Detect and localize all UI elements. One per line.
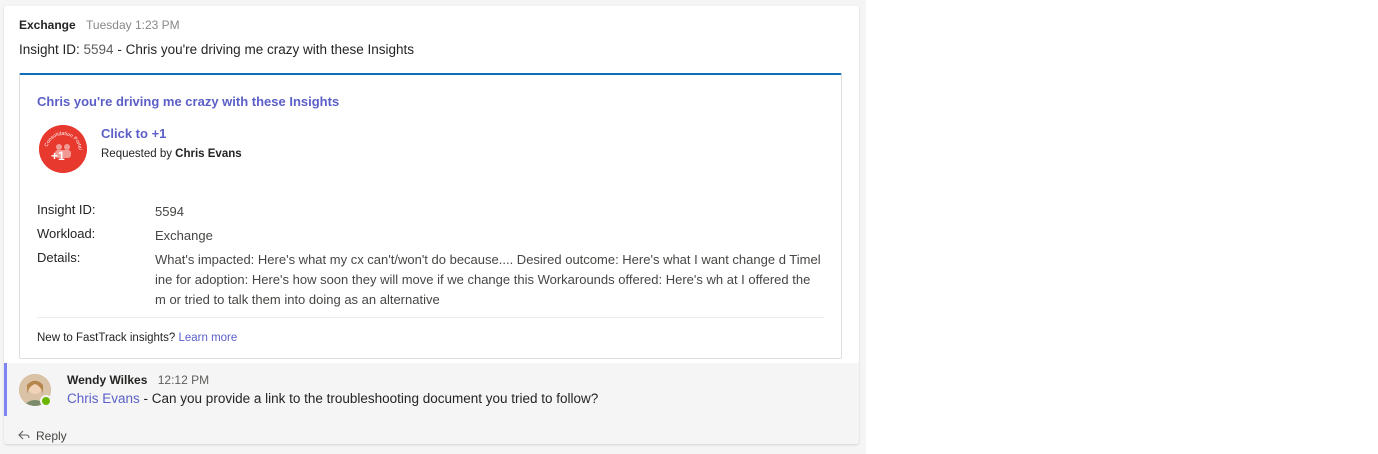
learn-more-link[interactable]: Learn more bbox=[178, 332, 237, 344]
mention-link[interactable]: Chris Evans bbox=[67, 391, 140, 406]
field-value: 5594 bbox=[155, 204, 184, 219]
chat-canvas: Exchange Tuesday 1:23 PM Insight ID: 559… bbox=[0, 0, 866, 454]
post-author[interactable]: Exchange bbox=[19, 18, 76, 32]
field-label: Workload: bbox=[37, 226, 96, 241]
card-divider bbox=[37, 317, 824, 318]
post-body-prefix: Insight ID: bbox=[19, 42, 84, 57]
post-body: Insight ID: 5594 - Chris you're driving … bbox=[19, 42, 414, 57]
click-to-plus-one-link[interactable]: Click to +1 bbox=[101, 126, 166, 141]
consolidation-portal-badge-icon[interactable]: Consolidation Portal +1 bbox=[39, 125, 87, 173]
field-value: Exchange bbox=[155, 228, 213, 243]
requested-by-name: Chris Evans bbox=[175, 148, 242, 160]
reply-text: - Can you provide a link to the troubles… bbox=[139, 391, 599, 406]
message-thread: Exchange Tuesday 1:23 PM Insight ID: 559… bbox=[4, 6, 859, 444]
reply-body: Chris Evans - Can you provide a link to … bbox=[67, 391, 598, 406]
reply-arrow-icon bbox=[18, 429, 30, 443]
field-label: Details: bbox=[37, 250, 81, 265]
field-label: Insight ID: bbox=[37, 202, 96, 217]
reply-author[interactable]: Wendy Wilkes bbox=[67, 373, 147, 387]
card-title: Chris you're driving me crazy with these… bbox=[37, 94, 340, 109]
post-header: Exchange Tuesday 1:23 PM bbox=[19, 18, 180, 32]
field-value: What's impacted: Here's what my cx can't… bbox=[155, 252, 821, 307]
badge-plus-text: +1 bbox=[51, 149, 65, 163]
reply-accent-bar bbox=[4, 363, 7, 416]
insight-card: Chris you're driving me crazy with these… bbox=[19, 73, 842, 359]
reply-area: Wendy Wilkes 12:12 PM Chris Evans - Can … bbox=[4, 363, 859, 444]
card-footer-text: New to FastTrack insights? bbox=[37, 332, 179, 344]
reply-label: Reply bbox=[36, 429, 67, 443]
presence-available-icon bbox=[40, 395, 52, 407]
reply-timestamp: 12:12 PM bbox=[157, 373, 210, 387]
post-body-suffix: - Chris you're driving me crazy with the… bbox=[113, 42, 415, 57]
requested-by: Requested by Chris Evans bbox=[101, 148, 242, 160]
requested-by-prefix: Requested by bbox=[101, 148, 176, 160]
reply-header: Wendy Wilkes 12:12 PM bbox=[67, 373, 209, 387]
reply-button[interactable]: Reply bbox=[18, 429, 67, 443]
post-timestamp: Tuesday 1:23 PM bbox=[86, 18, 180, 32]
card-footer: New to FastTrack insights? Learn more bbox=[37, 332, 237, 344]
post-body-id: 5594 bbox=[83, 42, 114, 57]
